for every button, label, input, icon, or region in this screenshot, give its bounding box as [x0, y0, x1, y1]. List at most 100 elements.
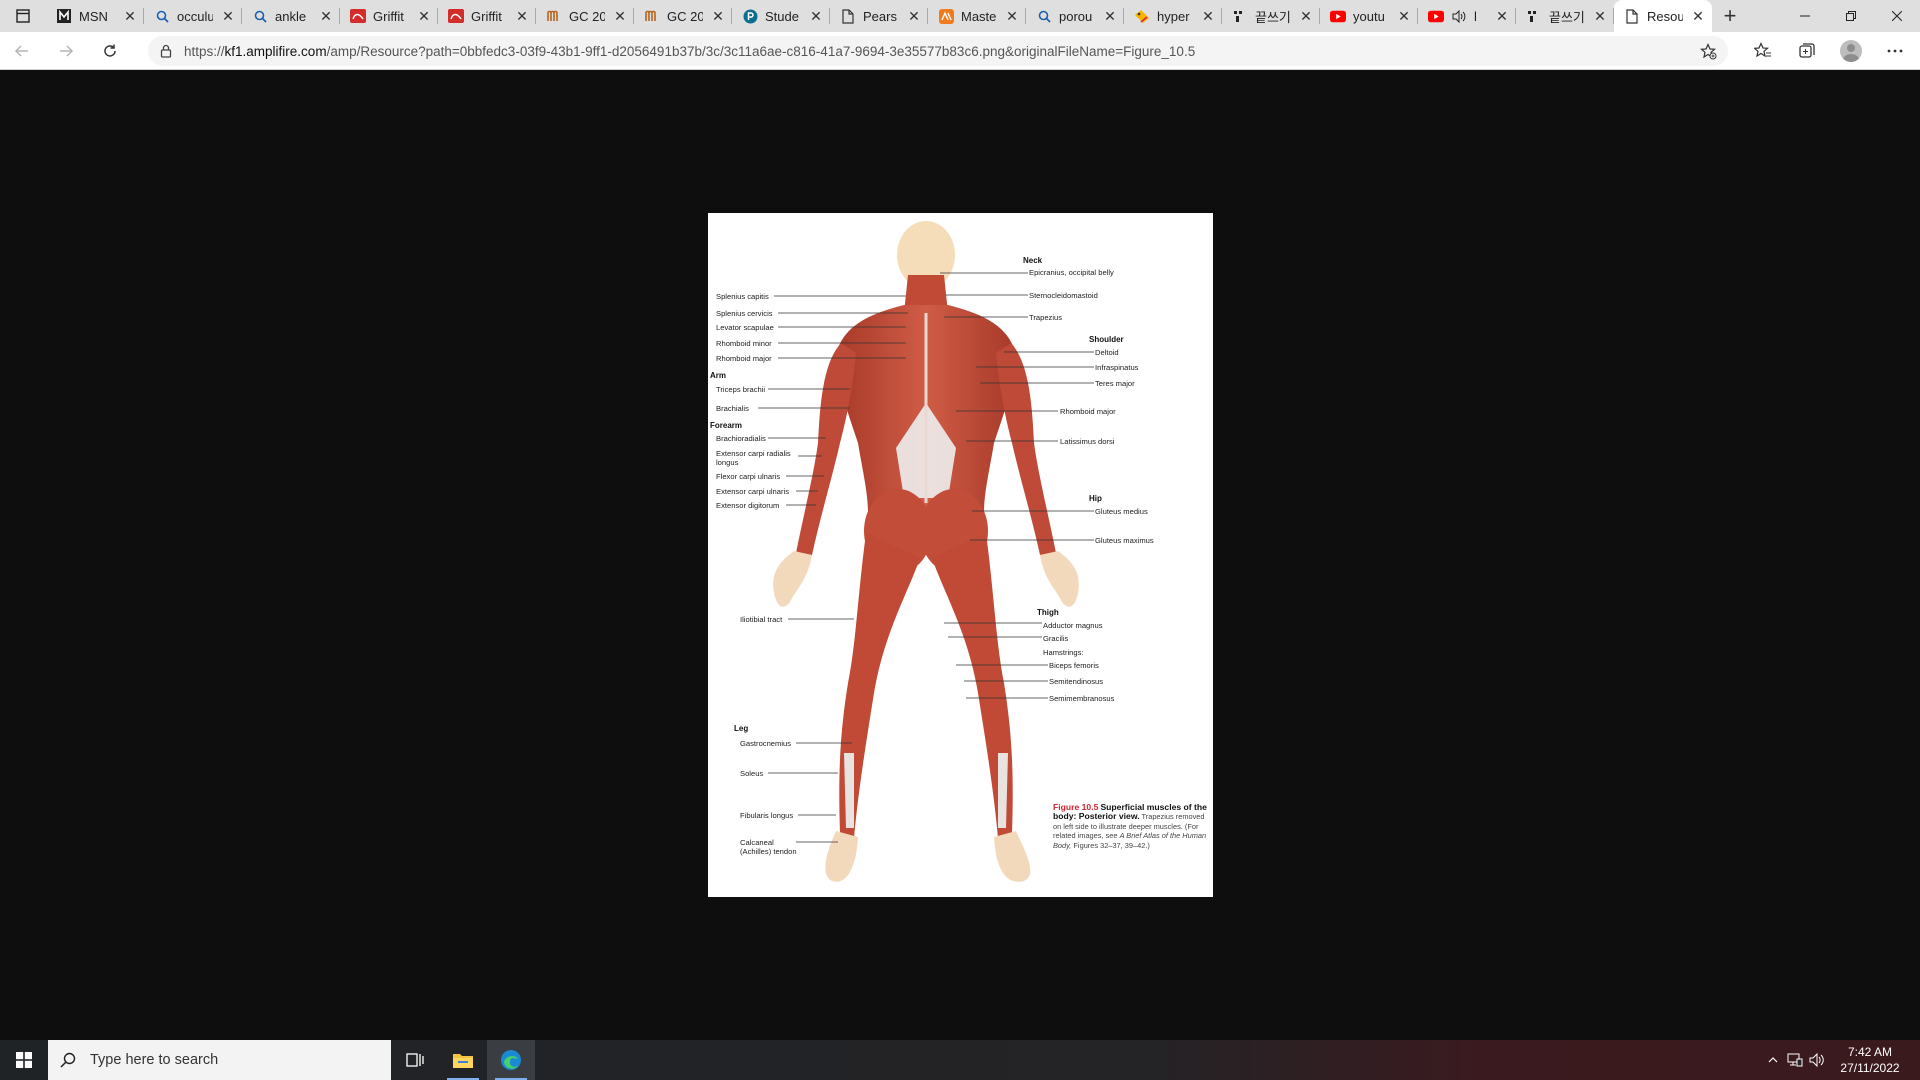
label-fibularis-longus: Fibularis longus [740, 811, 794, 820]
back-button[interactable] [0, 32, 44, 70]
label-splenius-capitis: Splenius capitis [716, 292, 769, 301]
tab-actions-button[interactable] [0, 0, 46, 32]
tab-close-icon[interactable]: ✕ [220, 8, 236, 24]
label-rhomboid-major-left: Rhomboid major [716, 354, 772, 363]
tab-close-icon[interactable]: ✕ [808, 8, 824, 24]
add-favorite-button[interactable] [1698, 41, 1718, 61]
browser-tab[interactable]: Pears ✕ [830, 0, 928, 32]
collections-button[interactable] [1792, 36, 1822, 66]
label-ecrl-line2: longus [716, 458, 739, 467]
browser-tab[interactable]: hyper ✕ [1124, 0, 1222, 32]
audio-playing-icon[interactable] [1451, 8, 1467, 24]
browser-tab[interactable]: Maste ✕ [928, 0, 1026, 32]
settings-menu-button[interactable] [1880, 36, 1910, 66]
volume-button[interactable] [1806, 1040, 1828, 1080]
show-desktop-button[interactable] [1906, 1040, 1920, 1080]
address-bar-actions [1698, 41, 1718, 61]
tab-close-icon[interactable]: ✕ [122, 8, 138, 24]
label-deltoid: Deltoid [1095, 348, 1119, 357]
network-button[interactable] [1784, 1040, 1806, 1080]
label-thigh: Thigh [1037, 608, 1059, 617]
refresh-button[interactable] [88, 32, 132, 70]
browser-tab[interactable]: GC 20 ✕ [634, 0, 732, 32]
file-explorer-button[interactable] [439, 1040, 487, 1080]
browser-tab[interactable]: occulu ✕ [144, 0, 242, 32]
tab-close-icon[interactable]: ✕ [1396, 8, 1412, 24]
close-window-button[interactable] [1874, 0, 1920, 32]
restore-button[interactable] [1828, 0, 1874, 32]
label-biceps-femoris: Biceps femoris [1049, 661, 1099, 670]
favorites-button[interactable] [1748, 36, 1778, 66]
browser-tab[interactable]: MSN ✕ [46, 0, 144, 32]
tab-close-icon[interactable]: ✕ [1004, 8, 1020, 24]
lock-icon[interactable] [160, 44, 172, 58]
minimize-icon [1800, 15, 1810, 17]
browser-tab[interactable]: Griffit ✕ [340, 0, 438, 32]
clock[interactable]: 7:42 AM 27/11/2022 [1834, 1044, 1906, 1076]
chevron-up-icon [1768, 1057, 1778, 1063]
browser-tab[interactable]: 끝쓰기 ✕ [1222, 0, 1320, 32]
right-hand [1040, 551, 1079, 607]
left-foot [825, 831, 858, 882]
browser-tab[interactable]: Griffit ✕ [438, 0, 536, 32]
tab-title: 끝쓰기 [1255, 9, 1291, 25]
tab-close-icon[interactable]: ✕ [318, 8, 334, 24]
clock-time: 7:42 AM [1847, 1045, 1893, 1059]
back-arrow-icon [14, 44, 28, 57]
browser-tab[interactable]: 끝쓰기 ✕ [1516, 0, 1614, 32]
tab-close-icon[interactable]: ✕ [710, 8, 726, 24]
browser-tab[interactable]: Stude ✕ [732, 0, 830, 32]
tab-close-icon[interactable]: ✕ [1494, 8, 1510, 24]
label-forearm: Forearm [710, 421, 743, 430]
pearson-p-icon [742, 8, 758, 24]
document-icon [1624, 8, 1640, 24]
tab-title: hyper [1157, 8, 1190, 24]
task-view-button[interactable] [391, 1040, 439, 1080]
browser-tab[interactable]: GC 20 ✕ [536, 0, 634, 32]
show-hidden-icons-button[interactable] [1762, 1040, 1784, 1080]
tab-title: Stude [765, 8, 799, 24]
system-tray: 7:42 AM 27/11/2022 [1762, 1040, 1920, 1080]
search-icon [60, 1052, 76, 1068]
tab-title: GC 20 [667, 8, 703, 24]
speaker-icon [1809, 1053, 1824, 1067]
forward-button[interactable] [44, 32, 88, 70]
task-view-icon [406, 1053, 424, 1067]
browser-tab[interactable]: ankle ✕ [242, 0, 340, 32]
edge-browser-button[interactable] [487, 1040, 535, 1080]
browser-tab[interactable]: porou ✕ [1026, 0, 1124, 32]
left-hand [773, 551, 812, 607]
tab-close-icon[interactable]: ✕ [514, 8, 530, 24]
label-adductor-magnus: Adductor magnus [1043, 621, 1103, 630]
label-infraspinatus: Infraspinatus [1095, 363, 1139, 372]
tab-close-icon[interactable]: ✕ [416, 8, 432, 24]
start-button[interactable] [0, 1040, 48, 1080]
griffith-icon [448, 8, 464, 24]
tab-close-icon[interactable]: ✕ [906, 8, 922, 24]
label-flexor-carpi-ulnaris: Flexor carpi ulnaris [716, 472, 781, 481]
griffith-icon [350, 8, 366, 24]
edge-icon [501, 1050, 521, 1070]
tab-close-icon[interactable]: ✕ [612, 8, 628, 24]
tab-close-icon[interactable]: ✕ [1102, 8, 1118, 24]
window-controls [1782, 0, 1920, 32]
label-calcaneal-line2: (Achilles) tendon [740, 847, 797, 856]
url-text[interactable]: https://kf1.amplifire.com/amp/Resource?p… [184, 44, 1564, 59]
taskbar-search-box[interactable]: Type here to search [48, 1040, 391, 1080]
tab-close-icon[interactable]: ✕ [1200, 8, 1216, 24]
tab-close-icon[interactable]: ✕ [1298, 8, 1314, 24]
browser-tab[interactable]: Resou ✕ [1614, 0, 1712, 32]
url-scheme: https:// [184, 43, 225, 59]
browser-tab[interactable]: l ✕ [1418, 0, 1516, 32]
new-tab-button[interactable]: + [1712, 0, 1748, 32]
label-leg: Leg [734, 724, 749, 733]
tab-title: occulu [177, 8, 213, 24]
tab-close-icon[interactable]: ✕ [1690, 8, 1706, 24]
windows-taskbar: Type here to search 7:42 AM 27/11/2022 [0, 1040, 1920, 1080]
browser-tab[interactable]: youtu ✕ [1320, 0, 1418, 32]
tab-close-icon[interactable]: ✕ [1592, 8, 1608, 24]
profile-button[interactable] [1836, 36, 1866, 66]
minimize-button[interactable] [1782, 0, 1828, 32]
label-latissimus-dorsi: Latissimus dorsi [1060, 437, 1115, 446]
address-bar[interactable]: https://kf1.amplifire.com/amp/Resource?p… [148, 36, 1728, 66]
